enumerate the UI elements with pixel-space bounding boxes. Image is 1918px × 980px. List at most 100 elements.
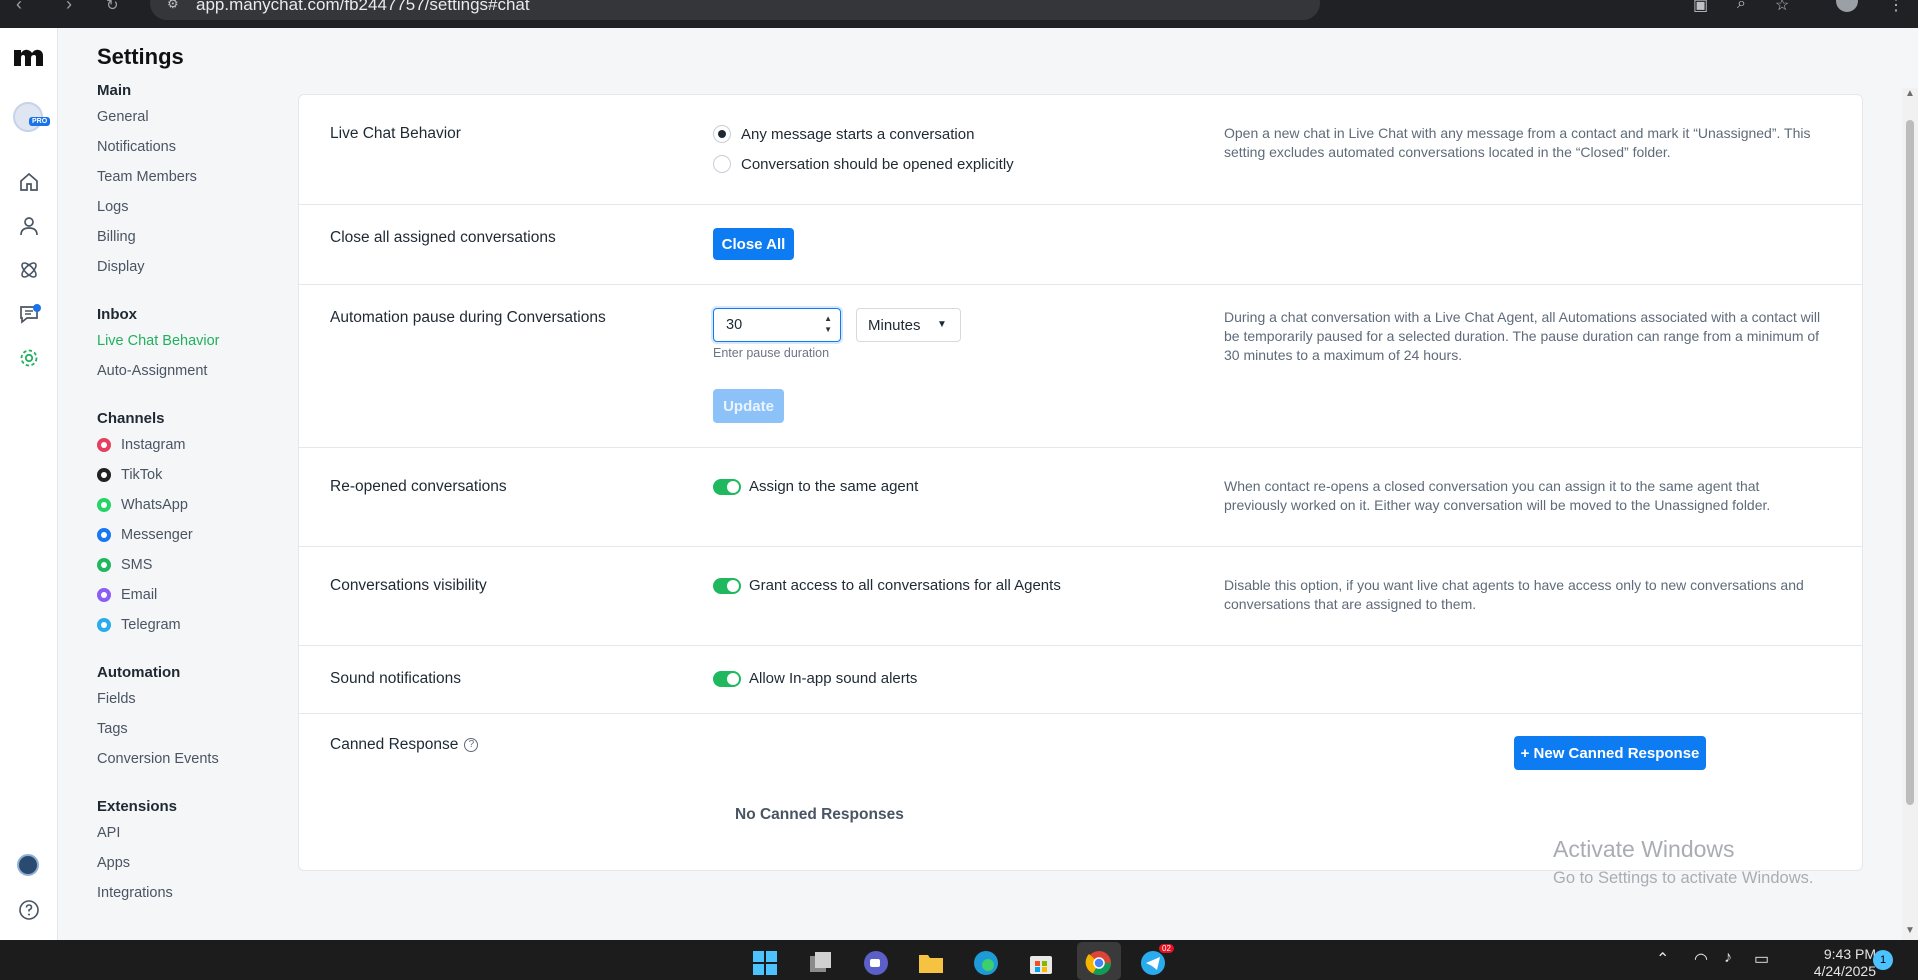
- canned-response-label: Canned Response: [330, 736, 459, 753]
- menu-icon[interactable]: ⋮: [1888, 0, 1904, 15]
- update-button[interactable]: Update: [713, 389, 784, 423]
- nav-item-whatsapp[interactable]: WhatsApp: [97, 490, 287, 520]
- automation-icon[interactable]: [17, 258, 41, 282]
- clock-date: 4/24/2025: [1813, 963, 1876, 979]
- system-clock[interactable]: 9:43 PM 4/24/2025: [1796, 946, 1876, 980]
- manychat-logo[interactable]: [12, 44, 44, 75]
- nav-item-label: TikTok: [121, 467, 163, 483]
- toggle-switch[interactable]: [713, 478, 741, 495]
- nav-item-general[interactable]: General: [97, 102, 287, 132]
- sound-notifications-row: Sound notifications Allow In-app sound a…: [299, 646, 1862, 714]
- pause-unit-select[interactable]: Minutes ▼: [856, 308, 961, 342]
- page-title: Settings: [97, 44, 184, 69]
- scroll-down-icon[interactable]: ▼: [1905, 925, 1915, 936]
- zoom-icon[interactable]: ⌕: [1737, 0, 1746, 13]
- volume-icon[interactable]: ♪: [1724, 949, 1732, 967]
- nav-item-label: WhatsApp: [121, 497, 188, 513]
- live-chat-behavior-title: Live Chat Behavior: [330, 125, 461, 142]
- clock-time: 9:43 PM: [1823, 946, 1876, 962]
- stepper-arrows-icon[interactable]: ▲ ▼: [824, 313, 832, 335]
- close-all-row: Close all assigned conversations Close A…: [299, 205, 1862, 285]
- close-all-button[interactable]: Close All: [713, 228, 794, 260]
- conversations-visibility-title: Conversations visibility: [330, 577, 487, 594]
- radio-any-message[interactable]: Any message starts a conversation: [713, 125, 974, 143]
- radio-selected-icon[interactable]: [713, 125, 731, 143]
- activation-watermark-title: Activate Windows: [1553, 836, 1735, 862]
- nav-item-auto-assignment[interactable]: Auto-Assignment: [97, 356, 287, 386]
- toggle-switch[interactable]: [713, 670, 741, 687]
- sound-alerts-toggle[interactable]: Allow In-app sound alerts: [713, 670, 917, 687]
- task-view-icon[interactable]: [806, 950, 834, 976]
- scroll-up-icon[interactable]: ▲: [1905, 88, 1915, 99]
- url-text[interactable]: app.manychat.com/fb2447757/settings#chat: [196, 0, 530, 15]
- chrome-browser-icon[interactable]: [1085, 950, 1113, 976]
- tray-overflow-icon[interactable]: ⌃: [1656, 949, 1669, 969]
- automation-pause-description: During a chat conversation with a Live C…: [1224, 309, 1821, 363]
- nav-item-team-members[interactable]: Team Members: [97, 162, 287, 192]
- messenger-icon: [97, 528, 111, 542]
- pause-duration-input[interactable]: 30 ▲ ▼: [713, 308, 841, 342]
- nav-item-api[interactable]: API: [97, 818, 287, 848]
- nav-item-display[interactable]: Display: [97, 252, 287, 282]
- conversations-visibility-description: Disable this option, if you want live ch…: [1224, 577, 1804, 612]
- new-canned-response-button[interactable]: + New Canned Response: [1514, 736, 1706, 770]
- meet-app-icon[interactable]: [862, 950, 890, 976]
- instagram-icon: [97, 438, 111, 452]
- nav-item-label: SMS: [121, 557, 153, 573]
- nav-item-tiktok[interactable]: TikTok: [97, 460, 287, 490]
- edge-browser-icon[interactable]: [972, 950, 1000, 976]
- user-avatar[interactable]: [17, 854, 39, 876]
- question-circle-icon[interactable]: ?: [464, 737, 479, 752]
- nav-item-fields[interactable]: Fields: [97, 684, 287, 714]
- grant-access-toggle[interactable]: Grant access to all conversations for al…: [713, 577, 1061, 594]
- windows-start-icon[interactable]: [751, 950, 779, 976]
- radio-unselected-icon[interactable]: [713, 155, 731, 173]
- wifi-icon[interactable]: ◠: [1694, 949, 1708, 969]
- settings-gear-icon[interactable]: [17, 346, 41, 370]
- automation-pause-title: Automation pause during Conversations: [330, 309, 606, 326]
- nav-item-instagram[interactable]: Instagram: [97, 430, 287, 460]
- scrollbar-thumb[interactable]: [1906, 120, 1914, 805]
- reopened-conversations-row: Re-opened conversations Assign to the sa…: [299, 448, 1862, 547]
- radio-open-explicitly[interactable]: Conversation should be opened explicitly: [713, 155, 1014, 173]
- activation-watermark-subtitle: Go to Settings to activate Windows.: [1553, 869, 1814, 887]
- automation-pause-row: Automation pause during Conversations Du…: [299, 285, 1862, 448]
- radio-label: Conversation should be opened explicitly: [741, 155, 1014, 173]
- tiktok-icon: [97, 468, 111, 482]
- contacts-icon[interactable]: [17, 214, 41, 238]
- help-icon[interactable]: [17, 898, 41, 922]
- translate-icon[interactable]: ▣: [1693, 0, 1708, 15]
- nav-item-telegram[interactable]: Telegram: [97, 610, 287, 640]
- notification-count-badge[interactable]: 1: [1873, 950, 1893, 970]
- profile-avatar[interactable]: [1836, 0, 1858, 12]
- nav-item-email[interactable]: Email: [97, 580, 287, 610]
- nav-item-billing[interactable]: Billing: [97, 222, 287, 252]
- back-icon[interactable]: ‹: [16, 0, 22, 15]
- reload-icon[interactable]: ↻: [106, 0, 119, 14]
- battery-icon[interactable]: ▭: [1754, 949, 1769, 969]
- assign-same-agent-toggle[interactable]: Assign to the same agent: [713, 478, 918, 495]
- close-all-title: Close all assigned conversations: [330, 229, 556, 246]
- toggle-switch[interactable]: [713, 577, 741, 594]
- nav-item-tags[interactable]: Tags: [97, 714, 287, 744]
- nav-item-sms[interactable]: SMS: [97, 550, 287, 580]
- site-info-icon[interactable]: ⚙: [167, 0, 179, 12]
- nav-item-notifications[interactable]: Notifications: [97, 132, 287, 162]
- home-icon[interactable]: [17, 170, 41, 194]
- nav-item-apps[interactable]: Apps: [97, 848, 287, 878]
- nav-item-messenger[interactable]: Messenger: [97, 520, 287, 550]
- file-explorer-icon[interactable]: [917, 950, 945, 976]
- caret-down-icon: ▼: [937, 319, 947, 330]
- windows-taskbar: 02 ⌃ ◠ ♪ ▭ 9:43 PM 4/24/2025 1: [0, 940, 1918, 980]
- nav-item-live-chat-behavior[interactable]: Live Chat Behavior: [97, 326, 287, 356]
- nav-item-logs[interactable]: Logs: [97, 192, 287, 222]
- empty-state-text: No Canned Responses: [735, 806, 904, 823]
- bookmark-star-icon[interactable]: ☆: [1775, 0, 1789, 15]
- forward-icon[interactable]: ›: [66, 0, 72, 15]
- telegram-app-icon[interactable]: [1139, 950, 1167, 976]
- store-icon[interactable]: [1027, 950, 1055, 976]
- telegram-unread-badge: 02: [1159, 944, 1174, 953]
- nav-section-automation: Automation: [97, 664, 181, 681]
- nav-item-integrations[interactable]: Integrations: [97, 878, 287, 908]
- nav-item-conversion-events[interactable]: Conversion Events: [97, 744, 287, 774]
